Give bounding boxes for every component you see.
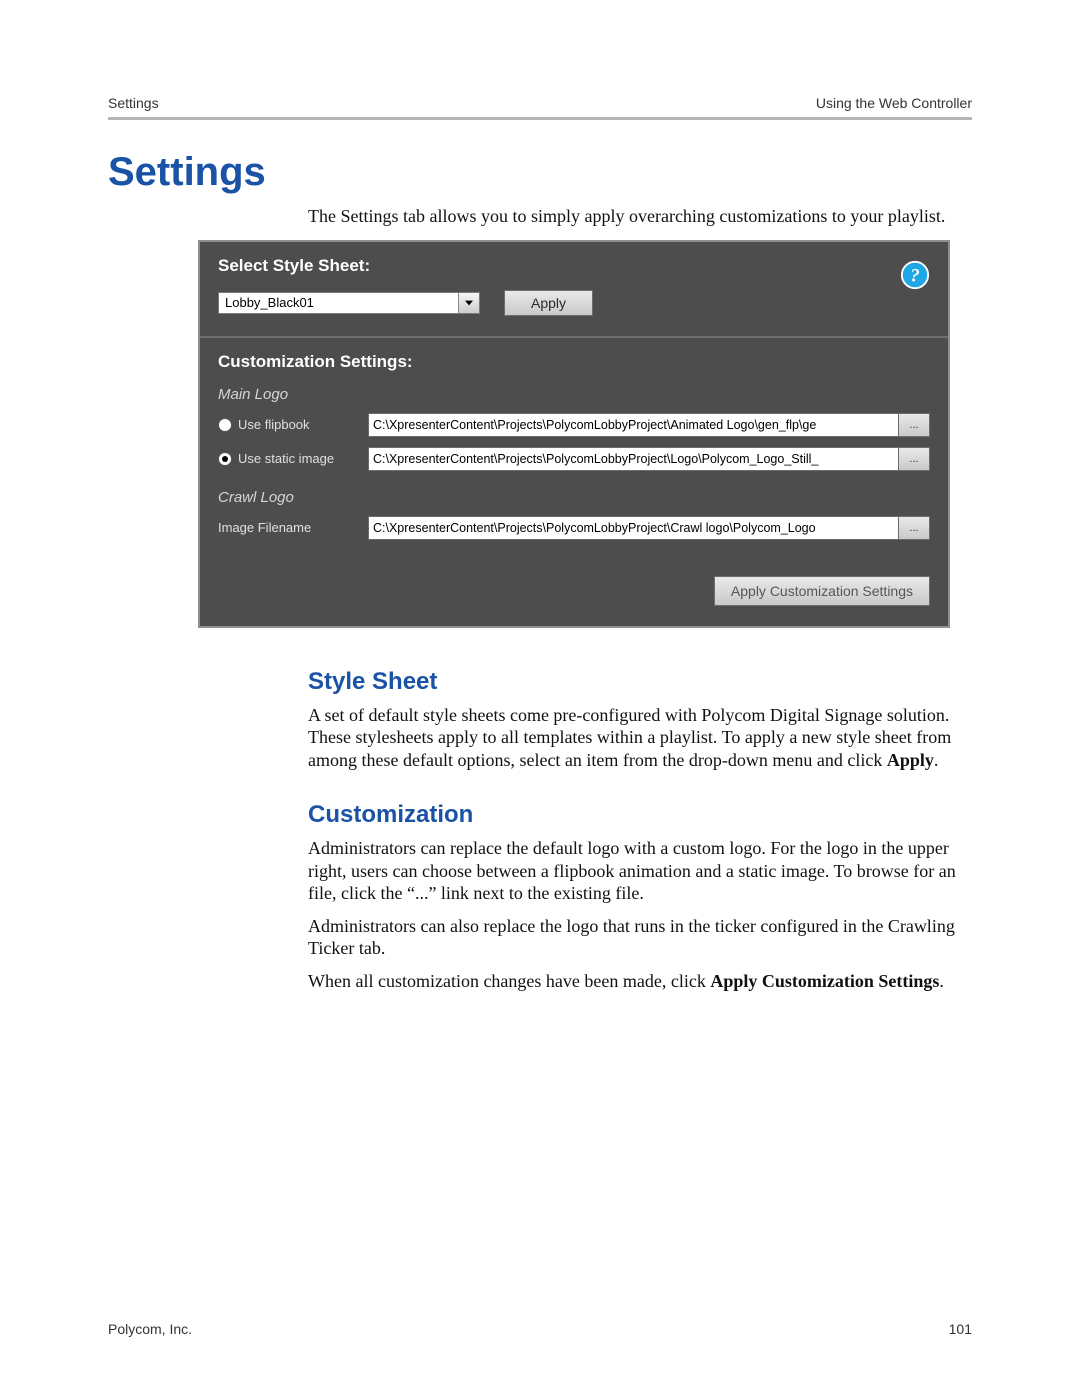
- static-radio[interactable]: [218, 452, 232, 466]
- static-browse-button[interactable]: ...: [899, 447, 930, 471]
- select-stylesheet-heading: Select Style Sheet:: [218, 256, 930, 276]
- static-path-field[interactable]: C:\XpresenterContent\Projects\PolycomLob…: [368, 447, 899, 471]
- header-right: Using the Web Controller: [816, 95, 972, 111]
- stylesheet-dropdown[interactable]: Lobby_Black01: [218, 292, 480, 314]
- flipbook-path-field[interactable]: C:\XpresenterContent\Projects\PolycomLob…: [368, 413, 899, 437]
- settings-screenshot-panel: Select Style Sheet: ? Lobby_Black01 App: [198, 240, 950, 628]
- customization-section-heading: Customization: [308, 801, 972, 829]
- footer-page-number: 101: [949, 1321, 972, 1337]
- image-filename-label: Image Filename: [218, 520, 368, 535]
- help-icon[interactable]: ?: [900, 260, 930, 290]
- intro-paragraph: The Settings tab allows you to simply ap…: [308, 205, 972, 228]
- customization-p2: Administrators can also replace the logo…: [308, 915, 972, 960]
- flipbook-radio[interactable]: [218, 418, 232, 432]
- main-logo-subheading: Main Logo: [218, 386, 930, 403]
- page-title: Settings: [108, 150, 972, 195]
- header-left: Settings: [108, 95, 159, 111]
- stylesheet-section-heading: Style Sheet: [308, 668, 972, 696]
- chevron-down-icon[interactable]: [458, 293, 479, 313]
- stylesheet-value: Lobby_Black01: [225, 295, 314, 310]
- customization-heading: Customization Settings:: [218, 352, 930, 372]
- crawl-browse-button[interactable]: ...: [899, 516, 930, 540]
- flipbook-label: Use flipbook: [238, 417, 310, 432]
- static-label: Use static image: [238, 451, 334, 466]
- stylesheet-paragraph: A set of default style sheets come pre-c…: [308, 704, 972, 772]
- crawl-path-field[interactable]: C:\XpresenterContent\Projects\PolycomLob…: [368, 516, 899, 540]
- svg-text:?: ?: [910, 265, 919, 286]
- apply-button[interactable]: Apply: [504, 290, 593, 316]
- customization-p3: When all customization changes have been…: [308, 970, 972, 993]
- apply-customization-button[interactable]: Apply Customization Settings: [714, 576, 930, 606]
- customization-p1: Administrators can replace the default l…: [308, 837, 972, 905]
- flipbook-browse-button[interactable]: ...: [899, 413, 930, 437]
- footer-left: Polycom, Inc.: [108, 1321, 192, 1337]
- header-rule: [108, 117, 972, 120]
- crawl-logo-subheading: Crawl Logo: [218, 489, 930, 506]
